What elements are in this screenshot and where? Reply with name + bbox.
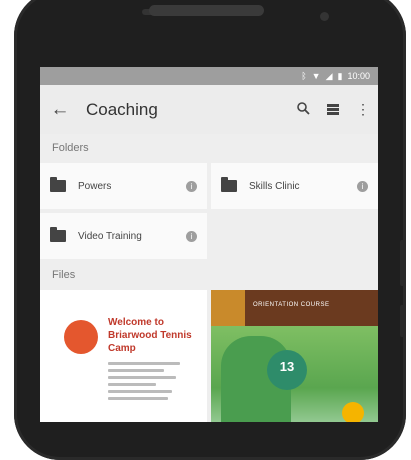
file-card-document[interactable]: Welcome to Briarwood Tennis Camp (40, 290, 207, 422)
play-button[interactable] (342, 402, 364, 422)
folder-icon (50, 227, 66, 242)
search-icon[interactable] (288, 101, 318, 118)
signal-icon: ◢ (325, 70, 333, 81)
badge-number: 13 (279, 359, 295, 374)
earpiece-speaker (149, 5, 264, 16)
number-badge: 13 (267, 350, 307, 390)
folder-item-powers[interactable]: Powers i (40, 163, 207, 209)
volume-button (400, 240, 406, 286)
info-icon[interactable]: i (186, 180, 197, 192)
folder-icon (221, 177, 237, 192)
app-bar: ← Coaching ⋮ (40, 85, 378, 134)
file-card-photo[interactable]: ORIENTATION COURSE 13 (211, 290, 378, 422)
files-section-header: Files (40, 261, 378, 290)
photo-banner-text: ORIENTATION COURSE (253, 302, 330, 308)
folder-item-skills-clinic[interactable]: Skills Clinic i (211, 163, 378, 209)
camp-crest-icon (211, 290, 245, 326)
folder-name: Skills Clinic (249, 180, 300, 192)
battery-icon: ▮ (337, 70, 343, 81)
folder-name: Powers (78, 180, 112, 192)
folder-icon (50, 177, 66, 192)
folders-section-header: Folders (40, 134, 378, 163)
document-body-text (108, 362, 188, 404)
status-time: 10:00 (347, 71, 370, 81)
folder-item-video-training[interactable]: Video Training i (40, 213, 207, 259)
page-title: Coaching (86, 99, 158, 119)
folder-name: Video Training (78, 230, 142, 242)
app-screen: ᛒ ▼ ◢ ▮ 10:00 ← Coaching ⋮ Folders Power… (40, 67, 378, 422)
list-view-icon[interactable] (318, 102, 348, 118)
camp-logo-icon (64, 320, 98, 354)
front-camera (320, 12, 329, 21)
arrow-back-icon[interactable]: ← (40, 99, 80, 121)
document-title: Welcome to Briarwood Tennis Camp (108, 317, 192, 354)
wifi-icon: ▼ (311, 70, 321, 81)
overflow-menu-icon[interactable]: ⋮ (348, 101, 378, 118)
status-bar: ᛒ ▼ ◢ ▮ 10:00 (40, 67, 378, 85)
info-icon[interactable]: i (186, 230, 197, 242)
info-icon[interactable]: i (357, 180, 368, 192)
folders-grid: Powers i Skills Clinic i Video Training … (40, 163, 378, 259)
files-grid: Welcome to Briarwood Tennis Camp ORIENTA… (40, 290, 378, 422)
bluetooth-icon: ᛒ (301, 70, 307, 81)
power-button (400, 305, 406, 337)
